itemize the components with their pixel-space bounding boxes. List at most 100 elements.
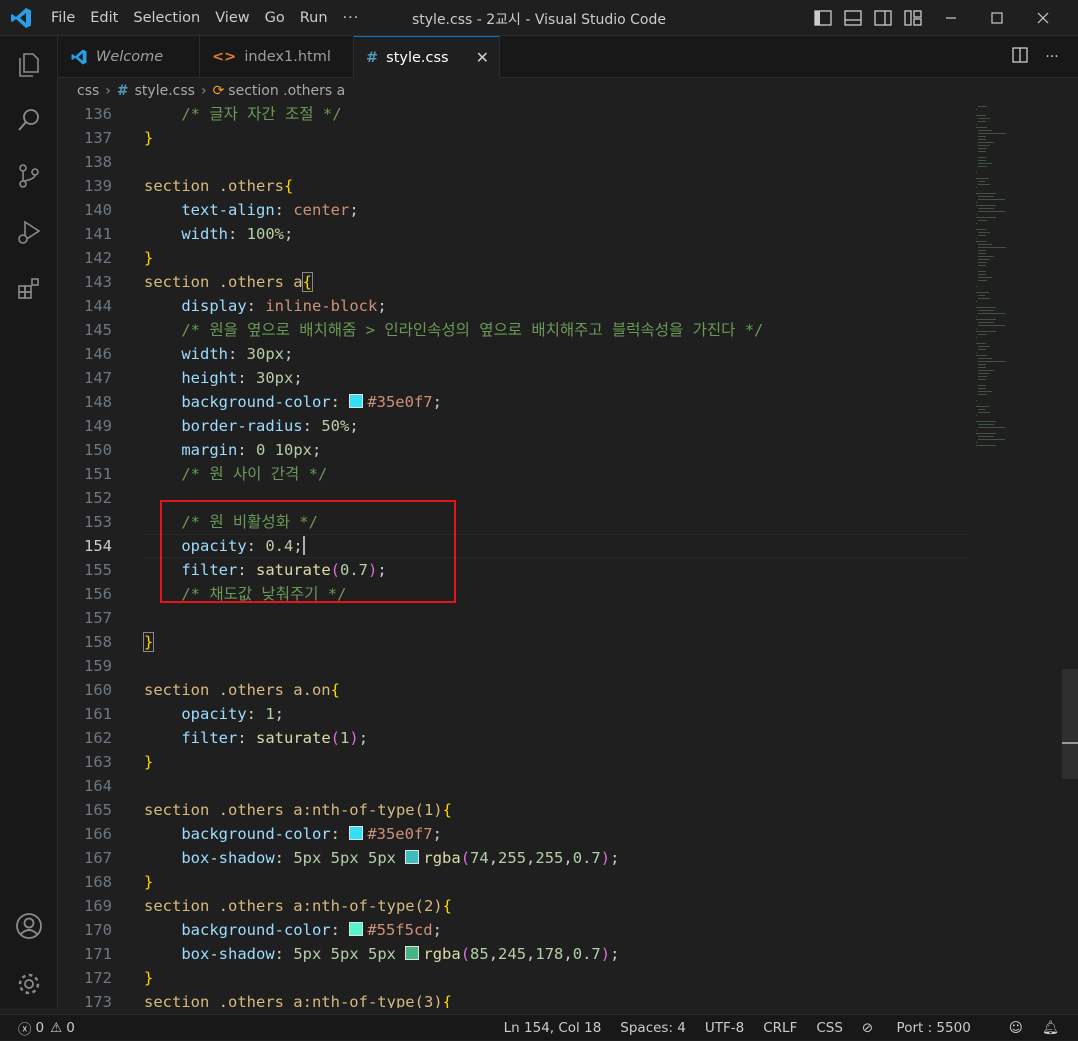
code-text: section .others a:nth-of-type(2){	[144, 897, 452, 915]
line-ending[interactable]: CRLF	[763, 1020, 797, 1036]
more-actions-icon[interactable]: ···	[1036, 49, 1068, 65]
split-editor-icon[interactable]	[1004, 47, 1036, 67]
extensions-icon[interactable]	[0, 260, 58, 316]
code-line[interactable]: 164	[58, 774, 968, 798]
menu-run[interactable]: Run	[300, 10, 328, 26]
breadcrumb-symbol[interactable]: section .others a	[228, 83, 345, 99]
code-line[interactable]: 143 section .others a{	[58, 270, 968, 294]
code-line[interactable]: 157	[58, 606, 968, 630]
minimap-line	[978, 394, 987, 395]
toggle-secondary-sidebar-icon[interactable]	[868, 3, 898, 33]
code-line[interactable]: 172}	[58, 966, 968, 990]
minimap-line	[976, 400, 977, 401]
code-line[interactable]: 162 filter: saturate(1);	[58, 726, 968, 750]
indentation[interactable]: Spaces: 4	[620, 1020, 686, 1036]
code-line[interactable]: 148 background-color: #35e0f7;	[58, 390, 968, 414]
code-line[interactable]: 142}	[58, 246, 968, 270]
code-line[interactable]: 165 section .others a:nth-of-type(1){	[58, 798, 968, 822]
notifications-bell-icon[interactable]: 🔔︎	[1042, 1020, 1059, 1036]
code-line[interactable]: 144 display: inline-block;	[58, 294, 968, 318]
settings-gear-icon[interactable]	[0, 956, 58, 1012]
account-icon[interactable]	[0, 898, 58, 954]
code-line[interactable]: 160 section .others a.on{	[58, 678, 968, 702]
code-line[interactable]: 138	[58, 150, 968, 174]
tab-welcome[interactable]: Welcome	[58, 36, 200, 78]
close-tab-icon[interactable]: ✕	[476, 48, 489, 67]
minimap-line	[976, 421, 996, 422]
minimap-line	[978, 361, 1006, 362]
explorer-icon[interactable]	[0, 36, 58, 92]
encoding[interactable]: UTF-8	[705, 1020, 744, 1036]
close-window-icon[interactable]	[1020, 0, 1066, 36]
cursor-position[interactable]: Ln 154, Col 18	[504, 1020, 602, 1036]
code-line[interactable]: 141 width: 100%;	[58, 222, 968, 246]
code-line[interactable]: 151 /* 원 사이 간격 */	[58, 462, 968, 486]
menu-more[interactable]: ···	[343, 10, 360, 26]
code-line[interactable]: 163}	[58, 750, 968, 774]
minimap-line	[976, 307, 996, 308]
code-line[interactable]: 173 section .others a:nth-of-type(3){	[58, 990, 968, 1008]
scrollbar-thumb[interactable]	[1062, 669, 1078, 779]
code-line[interactable]: 136 /* 글자 자간 조절 */	[58, 104, 968, 126]
minimap[interactable]	[972, 104, 1062, 474]
menu-selection[interactable]: Selection	[133, 10, 200, 26]
code-line[interactable]: 169 section .others a:nth-of-type(2){	[58, 894, 968, 918]
menu-go[interactable]: Go	[265, 10, 285, 26]
minimap-line	[978, 364, 986, 365]
minimap-line	[978, 265, 987, 266]
line-number: 139	[84, 177, 112, 195]
accounts-feedback-icon[interactable]: ☺	[1009, 1020, 1023, 1036]
line-number: 163	[84, 753, 112, 771]
minimap-line	[978, 163, 992, 164]
code-editor[interactable]: 173 section .others a:nth-of-type(3){172}…	[58, 104, 1078, 1008]
menu-view[interactable]: View	[215, 10, 249, 26]
live-server-port[interactable]: ⊘ Port : 5500	[862, 1020, 990, 1036]
code-line[interactable]: 159	[58, 654, 968, 678]
source-control-icon[interactable]	[0, 148, 58, 204]
breadcrumb-file[interactable]: style.css	[135, 83, 195, 99]
code-line[interactable]: 170 background-color: #55f5cd;	[58, 918, 968, 942]
problems-indicator[interactable]: ⓧ 0 ⚠ 0	[18, 1015, 75, 1041]
minimize-icon[interactable]	[928, 0, 974, 36]
customize-layout-icon[interactable]	[898, 3, 928, 33]
code-line[interactable]: 166 background-color: #35e0f7;	[58, 822, 968, 846]
code-line[interactable]: 161 opacity: 1;	[58, 702, 968, 726]
code-line[interactable]: 150 margin: 0 10px;	[58, 438, 968, 462]
minimap-line	[976, 205, 996, 206]
search-icon[interactable]	[0, 92, 58, 148]
code-line[interactable]: 158}	[58, 630, 968, 654]
code-line[interactable]: 147 height: 30px;	[58, 366, 968, 390]
line-number: 141	[84, 225, 112, 243]
code-line[interactable]: 145 /* 원을 옆으로 배치해줌 > 인라인속성의 옆으로 배치해주고 블럭…	[58, 318, 968, 342]
code-line[interactable]: 146 width: 30px;	[58, 342, 968, 366]
code-line[interactable]: 149 border-radius: 50%;	[58, 414, 968, 438]
menu-file[interactable]: File	[51, 10, 75, 26]
line-number: 173	[84, 993, 112, 1008]
maximize-icon[interactable]	[974, 0, 1020, 36]
language-mode[interactable]: CSS	[816, 1020, 843, 1036]
code-line[interactable]: 140 text-align: center;	[58, 198, 968, 222]
minimap-line	[978, 235, 986, 236]
minimap-line	[976, 241, 987, 242]
minimap-line	[978, 244, 992, 245]
minimap-line	[978, 439, 1006, 440]
tab-index1-html[interactable]: <> index1.html	[200, 36, 354, 78]
line-number: 158	[84, 633, 112, 651]
code-line[interactable]: 171 box-shadow: 5px 5px 5px rgba(85,245,…	[58, 942, 968, 966]
minimap-line	[978, 139, 987, 140]
line-number: 140	[84, 201, 112, 219]
vertical-scrollbar[interactable]	[1062, 104, 1078, 1008]
run-debug-icon[interactable]	[0, 204, 58, 260]
code-line[interactable]: 137}	[58, 126, 968, 150]
toggle-primary-sidebar-icon[interactable]	[808, 3, 838, 33]
code-line[interactable]: 168}	[58, 870, 968, 894]
no-entry-icon: ⊘	[861, 1020, 874, 1036]
tab-style-css[interactable]: # style.css ✕	[354, 36, 500, 78]
code-line[interactable]: 167 box-shadow: 5px 5px 5px rgba(74,255,…	[58, 846, 968, 870]
toggle-panel-icon[interactable]	[838, 3, 868, 33]
breadcrumb-folder[interactable]: css	[77, 83, 99, 99]
menu-edit[interactable]: Edit	[90, 10, 118, 26]
minimap-line	[978, 379, 987, 380]
code-line[interactable]: 139 section .others{	[58, 174, 968, 198]
minimap-line	[978, 142, 994, 143]
